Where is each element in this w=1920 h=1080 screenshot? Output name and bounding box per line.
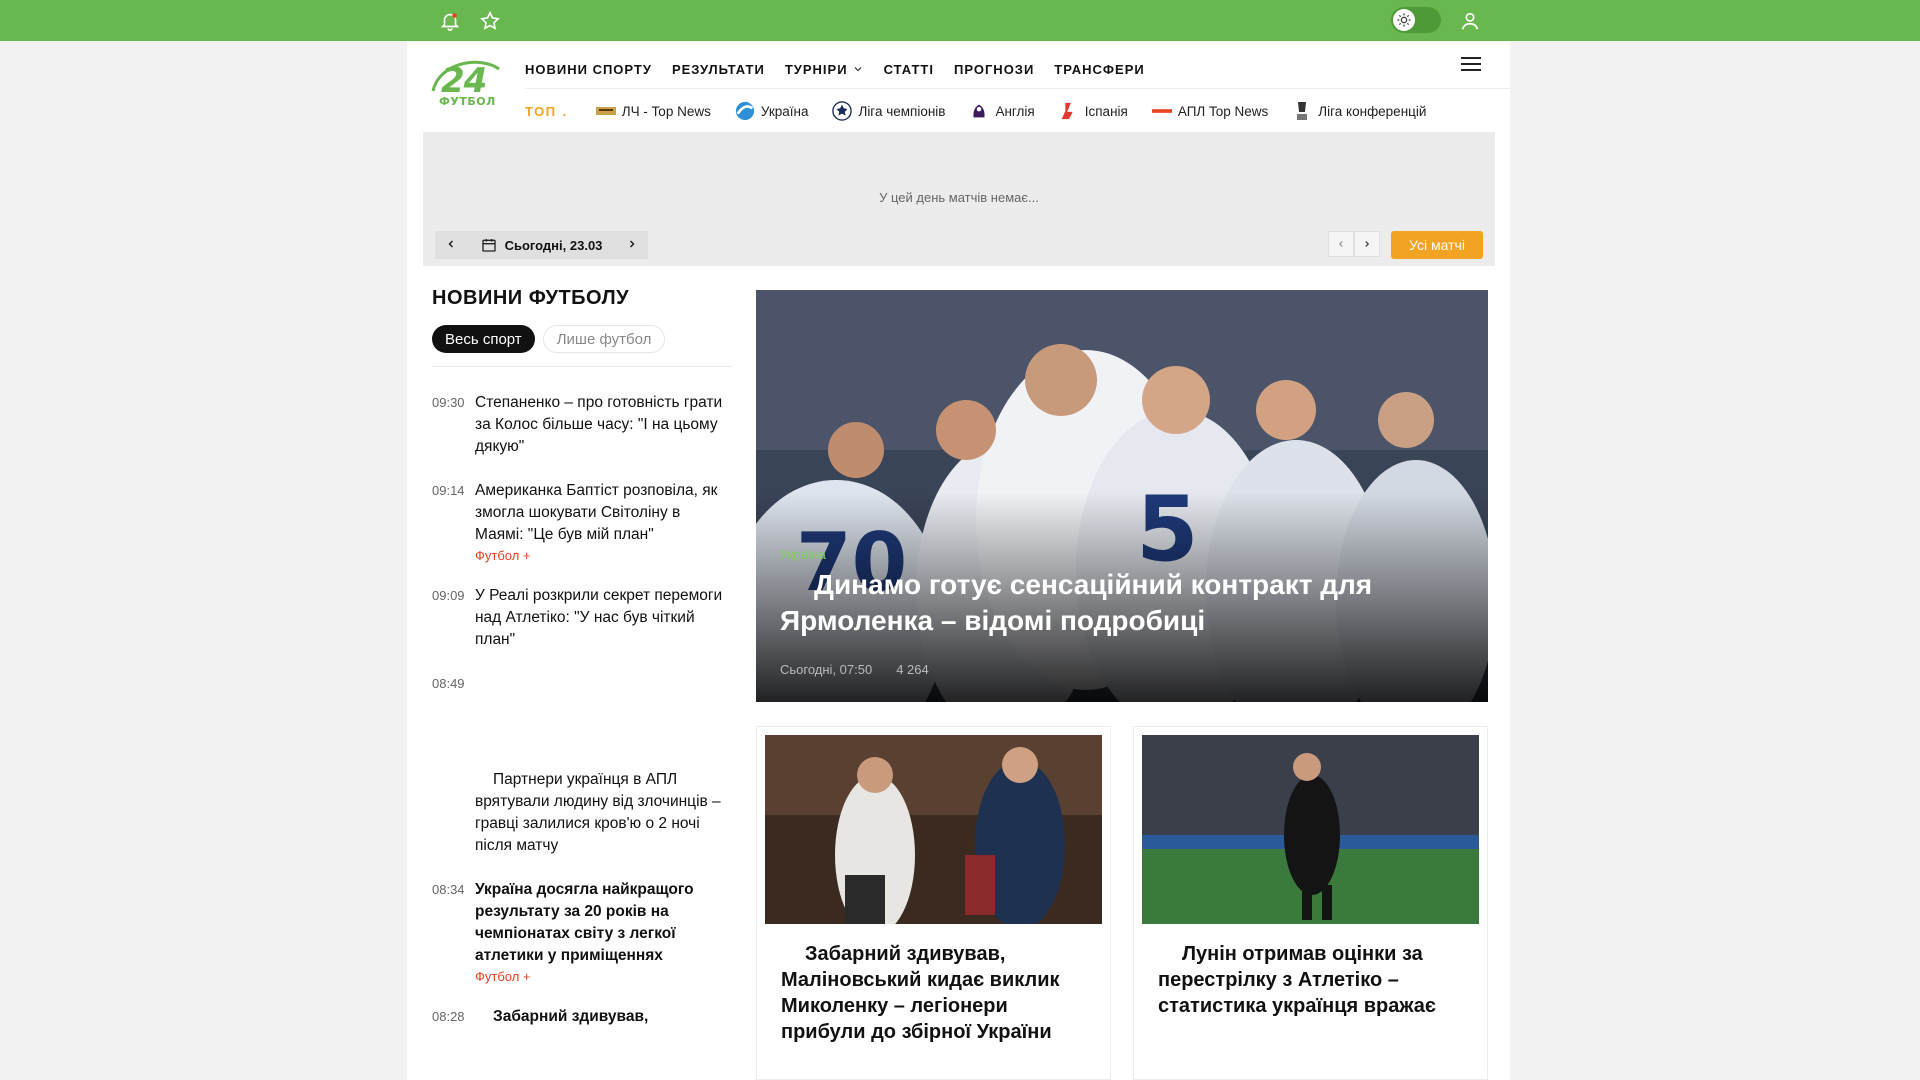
calendar-icon [481,239,496,252]
subnav-conference-league[interactable]: Ліга конференцій [1292,101,1426,121]
news-tag[interactable]: Футбол + [475,548,732,563]
ucl-icon [832,101,853,121]
subnav-spain[interactable]: Іспанія [1059,101,1128,121]
hero-views: 4 264 [896,662,929,677]
epl-icon [969,101,989,121]
card-image [765,735,1102,924]
subnav-label: Україна [760,103,809,119]
nav-articles[interactable]: СТАТТІ [884,62,934,77]
nav-tournaments[interactable]: ТУРНІРИ [785,62,864,77]
news-filters: Весь спорт Лише футбол [432,325,666,353]
sun-icon [1393,9,1415,31]
filter-football-only[interactable]: Лише футбол [542,325,666,353]
news-item[interactable]: 09:09 У Реалі розкрили секрет перемоги н… [432,585,732,651]
subnav-epl-news[interactable]: АПЛ Top News [1151,101,1269,121]
subnav-ukraine[interactable]: Україна [735,101,809,121]
hero-meta: Сьогодні, 07:50 4 264 [780,662,929,677]
subnav-label: Ліга конференцій [1318,103,1427,119]
matches-strip: У цей день матчів немає... Сьогодні, 23.… [423,132,1495,266]
nav-transfers[interactable]: ТРАНСФЕРИ [1054,62,1144,77]
hero-title[interactable]: Динамо готує сенсаційний контракт для Яр… [780,567,1460,639]
uecl-icon [1292,101,1312,121]
nav-results[interactable]: РЕЗУЛЬТАТИ [672,62,765,77]
news-section-title: НОВИНИ ФУТБОЛУ [432,287,630,309]
all-matches-button[interactable]: Усі матчі [1391,231,1483,259]
star-icon[interactable] [478,9,502,33]
subnav-label: АПЛ Top News [1177,103,1269,119]
news-headline[interactable]: Степаненко – про готовність грати за Кол… [475,392,732,458]
chevron-left-icon[interactable] [445,238,457,253]
site-logo[interactable]: 24 ФУТБОЛ [431,55,501,111]
matches-pager [1328,231,1380,257]
news-time: 08:34 [432,882,465,897]
news-headline[interactable]: Американка Баптіст розповіла, як змогла … [475,480,732,546]
theme-toggle[interactable] [1391,7,1441,33]
news-headline[interactable]: Партнери українця в АПЛ врятували людину… [475,769,732,857]
news-item[interactable]: 09:14 Американка Баптіст розповіла, як з… [432,480,732,563]
hero-article[interactable]: 70 5 Україна Динамо готує сенсаційний ко… [756,290,1488,702]
top-label: ТОП [525,104,568,119]
news-item[interactable]: 09:30 Степаненко – про готовність грати … [432,392,732,458]
nav-divider [525,88,1510,89]
no-matches-text: У цей день матчів немає... [879,190,1039,205]
news-headline[interactable]: Забарний здивував, [475,1006,732,1028]
laliga-icon [1059,101,1079,121]
subnav-label: Англія [995,103,1035,119]
hero-category[interactable]: Україна [780,547,826,562]
news-item[interactable]: 08:28 Забарний здивував, [432,1006,732,1028]
ucl-news-icon [595,101,616,121]
filter-all-sport[interactable]: Весь спорт [432,325,535,353]
nav-tournaments-label: ТУРНІРИ [784,61,848,77]
nav-sport-news[interactable]: НОВИНИ СПОРТУ [525,62,652,77]
top-bar [0,0,1920,41]
subnav-label: Ліга чемпіонів [858,103,946,119]
news-time: 08:28 [432,1009,465,1024]
subnav-champions-league[interactable]: Ліга чемпіонів [832,101,945,121]
top-tournaments-bar: ТОП ЛЧ - Top News Україна Ліга чемпіонів… [525,97,1450,125]
date-picker[interactable]: Сьогодні, 23.03 [481,237,603,253]
article-card[interactable]: Забарний здивував, Маліновський кидає ви… [756,726,1111,1080]
subnav-label: ЛЧ - Top News [621,103,711,119]
chevron-right-icon[interactable] [626,238,638,253]
card-title[interactable]: Забарний здивував, Маліновський кидає ви… [781,941,1091,1045]
nav-predictions[interactable]: ПРОГНОЗИ [954,62,1034,77]
page-container: 24 ФУТБОЛ НОВИНИ СПОРТУ РЕЗУЛЬТАТИ ТУРНІ… [407,41,1510,1080]
hero-date: Сьогодні, 07:50 [780,662,873,677]
card-title[interactable]: Лунін отримав оцінки за перестрілку з Ат… [1158,941,1468,1019]
pager-prev-icon[interactable] [1328,231,1354,257]
bell-icon[interactable] [438,9,462,33]
user-icon[interactable] [1458,9,1482,33]
menu-icon[interactable] [1461,57,1481,73]
news-time: 09:09 [432,588,465,603]
chevron-down-icon [854,67,862,72]
news-time: 08:49 [432,676,465,691]
news-tag[interactable]: Футбол + [475,969,732,984]
upl-icon [735,101,755,121]
news-time: 09:14 [432,483,465,498]
article-card[interactable]: Лунін отримав оцінки за перестрілку з Ат… [1133,726,1488,1080]
epl-news-icon [1151,101,1172,121]
news-headline[interactable]: Україна досягла найкращого результату за… [475,879,732,967]
date-label: Сьогодні, 23.03 [504,237,603,253]
main-nav: НОВИНИ СПОРТУ РЕЗУЛЬТАТИ ТУРНІРИ СТАТТІ … [525,57,1145,81]
card-image [1142,735,1479,924]
news-time: 09:30 [432,395,465,410]
subnav-label: Іспанія [1084,103,1128,119]
news-headline[interactable]: У Реалі розкрили секрет перемоги над Атл… [475,585,732,651]
subnav-england[interactable]: Англія [969,101,1035,121]
logo-subtitle: ФУТБОЛ [439,95,496,108]
subnav-ucl-news[interactable]: ЛЧ - Top News [595,101,711,121]
pager-next-icon[interactable] [1354,231,1380,257]
news-item[interactable]: 08:49 Партнери українця в АПЛ врятували … [432,673,732,857]
news-divider [432,366,732,367]
date-selector: Сьогодні, 23.03 [435,231,648,259]
news-list: 09:30 Степаненко – про готовність грати … [432,392,732,1050]
news-item[interactable]: 08:34 Україна досягла найкращого результ… [432,879,732,984]
